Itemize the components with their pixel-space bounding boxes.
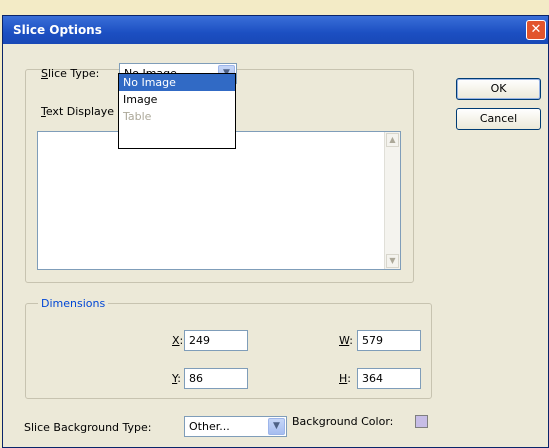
window-title: Slice Options [13,23,102,37]
slice-type-dropdown-list: No Image Image Table [118,73,236,149]
y-input[interactable]: 86 [184,368,248,389]
background-color-swatch[interactable] [415,415,428,428]
slice-background-type-select[interactable]: Other... ▼ [184,416,287,437]
h-input[interactable]: 364 [357,368,421,389]
close-button[interactable]: ✕ [526,20,546,40]
arrow-up-icon[interactable]: ▲ [386,133,399,147]
chevron-down-icon[interactable]: ▼ [268,418,285,435]
close-icon: ✕ [530,22,542,37]
w-label: W: [339,334,353,347]
y-label: Y: [172,372,181,385]
text-displayed-label: Text Displaye [41,105,115,118]
ok-button[interactable]: OK [456,78,541,100]
screen: Slice Options ✕ Slice Type: No Image ▼ T… [0,0,549,448]
slice-background-type-value: Other... [189,420,230,433]
h-label: H: [339,372,351,385]
title-bar[interactable]: Slice Options ✕ [3,16,548,44]
text-displayed-textarea[interactable]: ▲ ▼ [37,131,401,270]
textarea-scrollbar[interactable]: ▲ ▼ [384,132,400,269]
slice-background-type-label: Slice Background Type: [24,421,152,434]
background-color-label: Background Color: [292,415,394,428]
x-label: X: [172,334,184,347]
x-input[interactable]: 249 [184,330,248,351]
slice-type-option-image[interactable]: Image [119,91,235,108]
slice-type-label: Slice Type: [41,67,100,80]
slice-type-option-table: Table [123,110,152,123]
dimensions-legend: Dimensions [38,297,109,310]
arrow-down-icon[interactable]: ▼ [386,254,399,268]
slice-type-option-no-image[interactable]: No Image [119,74,235,91]
w-input[interactable]: 579 [357,330,421,351]
cancel-button[interactable]: Cancel [456,108,541,130]
